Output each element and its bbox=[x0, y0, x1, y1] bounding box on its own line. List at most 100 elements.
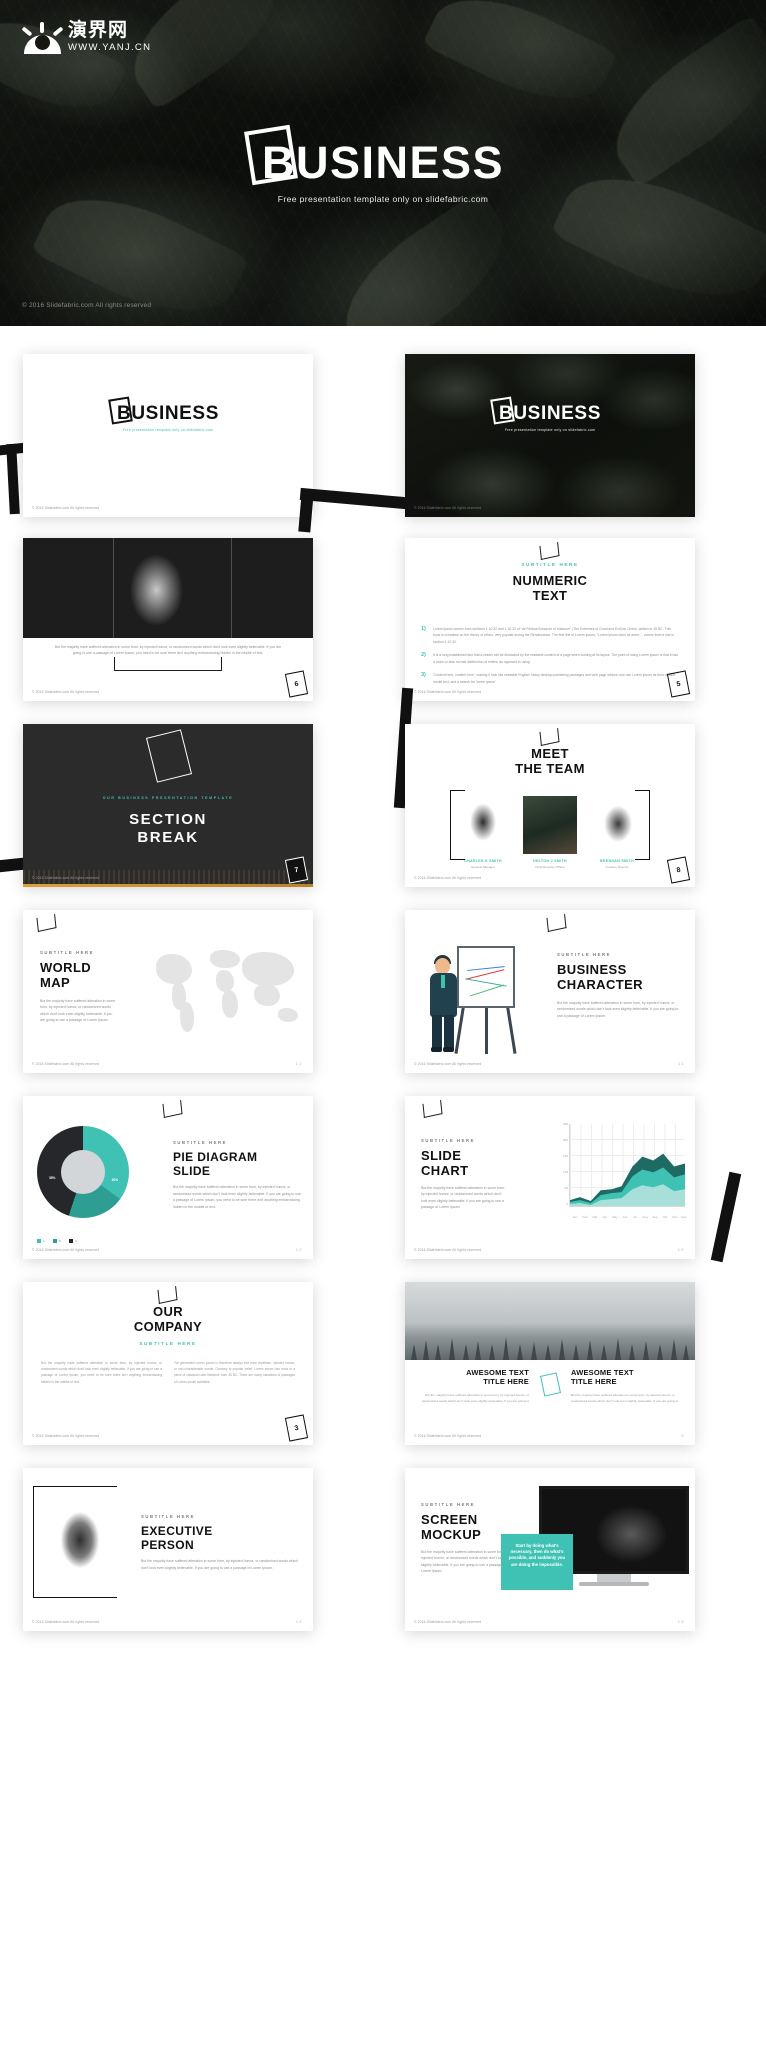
slide-thumb-business-title-light[interactable]: BUSINESS Free presentation template only… bbox=[23, 354, 313, 517]
list-text: It is a long established fact that a rea… bbox=[433, 653, 678, 664]
slide-page-number: 19 bbox=[677, 1247, 685, 1252]
slide-copyright: © 2016 Slidefabric.com All rights reserv… bbox=[414, 1620, 482, 1624]
team-member-card[interactable]: BRENNAN SMITH Creative Director bbox=[590, 790, 650, 869]
slide-thumb-world-map[interactable]: SUBTITLE HERE WORLD MAP But the majority… bbox=[23, 910, 313, 1073]
slide-copyright: © 2016 Slidefabric.com All rights reserv… bbox=[414, 1062, 482, 1066]
slide-thumb-meet-the-person[interactable]: MEET THE PERSON But the majority have su… bbox=[23, 538, 313, 701]
nummeric-title-2: TEXT bbox=[532, 588, 568, 604]
site-logo[interactable]: 演界网 WWW.YANJ.CN bbox=[21, 19, 152, 54]
chart-title-1: SLIDE bbox=[421, 1148, 462, 1163]
slide2-subtitle: Free presentation template only on slide… bbox=[504, 428, 596, 432]
y-tick: 150 bbox=[562, 1154, 568, 1158]
slide-thumb-screen-mockup[interactable]: SUBTITLE HERE SCREEN MOCKUP But the majo… bbox=[405, 1468, 695, 1631]
team-member-card[interactable]: DELTON J SMITH Chief Excutive Officer bbox=[523, 796, 577, 869]
mockup-title-1: SCREEN bbox=[421, 1512, 478, 1527]
character-body: But the majority have suffered alteratio… bbox=[557, 1000, 679, 1018]
bracket-left-icon bbox=[450, 790, 465, 860]
title-square-accent bbox=[490, 396, 515, 425]
team-title-1: MEET bbox=[531, 746, 569, 761]
pie-title-1: PIE DIAGRAM bbox=[173, 1150, 258, 1164]
logo-url-text: WWW.YANJ.CN bbox=[68, 42, 152, 53]
decorative-bracket bbox=[114, 657, 222, 671]
slide-thumb-meet-the-team[interactable]: MEET THE TEAM CHARLES K SMITH General Ma… bbox=[405, 724, 695, 887]
x-tick: Jul bbox=[633, 1215, 637, 1219]
pie-body: But the majority have suffered alteratio… bbox=[173, 1185, 301, 1209]
awesome-left-body: But the majority have suffered alteratio… bbox=[421, 1392, 529, 1403]
y-tick: 50 bbox=[564, 1186, 568, 1190]
chart-title-2: CHART bbox=[421, 1163, 469, 1179]
thumbnail-row: BUSINESS Free presentation template only… bbox=[0, 326, 766, 522]
team-member-card[interactable]: CHARLES K SMITH General Manager bbox=[450, 790, 510, 869]
company-col-2: I've generated Lorem Ipsum is therefore … bbox=[174, 1361, 295, 1384]
slide-copyright: © 2016 Slidefabric.com All rights reserv… bbox=[32, 1062, 100, 1066]
executive-title-1: EXECUTIVE bbox=[141, 1524, 213, 1538]
x-tick: Aug bbox=[642, 1215, 648, 1219]
awesome-col-right: AWESOME TEXT TITLE HERE But the majority… bbox=[563, 1368, 695, 1404]
worldmap-subtitle: SUBTITLE HERE bbox=[40, 950, 95, 955]
slide-thumb-slide-chart[interactable]: SUBTITLE HERE SLIDE CHART But the majori… bbox=[405, 1096, 695, 1259]
list-index: 1) bbox=[421, 626, 426, 632]
team-member-role: Creative Director bbox=[605, 865, 629, 869]
awesome-col-left: AWESOME TEXT TITLE HERE But the majority… bbox=[405, 1368, 537, 1404]
awesome-right-body: But the majority have suffered alteratio… bbox=[571, 1392, 679, 1403]
decorative-tick bbox=[539, 542, 560, 560]
list-index: 3) bbox=[421, 672, 426, 679]
slide-copyright: © 2016 Slidefabric.com All rights reserv… bbox=[32, 1248, 100, 1252]
thumbnail-row: OUR BUSINESS PRESENTATION TEMPLATE SECTI… bbox=[0, 687, 766, 894]
slide-copyright: © 2016 Slidefabric.com All rights reserv… bbox=[414, 876, 482, 880]
nummeric-title-1: NUMMERIC bbox=[512, 573, 588, 588]
y-tick: 250 bbox=[562, 1122, 568, 1126]
logo-chinese-text: 演界网 bbox=[68, 19, 129, 41]
slide-page-number: 12 bbox=[295, 1061, 303, 1066]
slide-copyright: © 2016 Slidefabric.com All rights reserv… bbox=[414, 506, 482, 510]
pie-label: 35% bbox=[49, 1176, 56, 1180]
x-tick: Oct bbox=[662, 1215, 668, 1219]
executive-title-2: PERSON bbox=[141, 1538, 195, 1553]
thumbnail-row: SUBTITLE HERE EXECUTIVE PERSON But the m… bbox=[0, 1452, 766, 1638]
x-tick: Dec bbox=[681, 1215, 687, 1219]
slide-thumb-executive-person[interactable]: SUBTITLE HERE EXECUTIVE PERSON But the m… bbox=[23, 1468, 313, 1631]
slide-thumb-our-company[interactable]: OUR COMPANY SUBTITLE HERE But the majori… bbox=[23, 1282, 313, 1445]
slide-copyright: © 2016 Slidefabric.com All rights reserv… bbox=[414, 690, 482, 694]
gold-accent-bar bbox=[23, 884, 313, 887]
slide1-title: BUSINESS bbox=[108, 396, 219, 425]
slide-thumb-nummeric-text[interactable]: SUBTITLE HERE NUMMERIC TEXT 1) Lorem Ips… bbox=[405, 538, 695, 701]
slide-thumbnail-grid: BUSINESS Free presentation template only… bbox=[0, 326, 766, 1638]
slide-page-number: 5 bbox=[666, 670, 691, 698]
slide-copyright: © 2016 Slidefabric.com All rights reserv… bbox=[32, 876, 100, 880]
worldmap-title-2: MAP bbox=[40, 975, 71, 991]
pie-legend: A B C bbox=[37, 1239, 77, 1243]
x-tick: Apr bbox=[602, 1215, 608, 1219]
pie-label: 20% bbox=[111, 1178, 118, 1182]
thumbnail-row: OUR COMPANY SUBTITLE HERE But the majori… bbox=[0, 1266, 766, 1452]
hero-banner: 演界网 WWW.YANJ.CN BUSINESS Free presentati… bbox=[0, 0, 766, 326]
nummeric-list-item: 3) 'Content here, content here', making … bbox=[421, 672, 679, 685]
executive-body: But the majority have suffered alteratio… bbox=[141, 1559, 298, 1570]
executive-subtitle: SUBTITLE HERE bbox=[141, 1514, 196, 1519]
decorative-tick bbox=[162, 1100, 183, 1118]
dark-leaf-photo bbox=[405, 354, 695, 517]
slide-thumb-pie-diagram[interactable]: 35% 20% A B C SUBTITLE HERE PIE DIAGRAM … bbox=[23, 1096, 313, 1259]
slide-page-number: 16 bbox=[677, 1619, 685, 1624]
awesome-right-title-1: AWESOME TEXT bbox=[571, 1368, 634, 1377]
team-member-role: General Manager bbox=[470, 865, 496, 869]
y-tick: 0 bbox=[566, 1202, 568, 1206]
section-eyebrow: OUR BUSINESS PRESENTATION TEMPLATE bbox=[102, 796, 234, 800]
x-tick: Jan bbox=[572, 1215, 578, 1219]
slide-thumb-business-title-dark[interactable]: BUSINESS Free presentation template only… bbox=[405, 354, 695, 517]
nummeric-list-item: 2) It is a long established fact that a … bbox=[421, 652, 679, 665]
slide-copyright: © 2016 Slidefabric.com All rights reserv… bbox=[414, 1434, 482, 1438]
decorative-tick bbox=[546, 914, 567, 932]
slide-thumb-section-break[interactable]: OUR BUSINESS PRESENTATION TEMPLATE SECTI… bbox=[23, 724, 313, 887]
list-text: 'Content here, content here', making it … bbox=[433, 673, 675, 684]
section-title-1: SECTION bbox=[129, 811, 207, 828]
awesome-columns: AWESOME TEXT TITLE HERE But the majority… bbox=[405, 1368, 695, 1404]
hero-center-block: BUSINESS Free presentation template only… bbox=[0, 124, 766, 204]
pie-subtitle: SUBTITLE HERE bbox=[173, 1140, 228, 1145]
slide-thumb-awesome-text[interactable]: AWESOME TEXT TITLE HERE But the majority… bbox=[405, 1282, 695, 1445]
person-photo bbox=[23, 538, 313, 638]
awesome-left-title-2: TITLE HERE bbox=[483, 1377, 529, 1387]
slide-copyright: © 2016 Slidefabric.com All rights reserv… bbox=[32, 690, 100, 694]
title-square-accent bbox=[108, 396, 133, 425]
slide-thumb-business-character[interactable]: SUBTITLE HERE BUSINESS CHARACTER But the… bbox=[405, 910, 695, 1073]
